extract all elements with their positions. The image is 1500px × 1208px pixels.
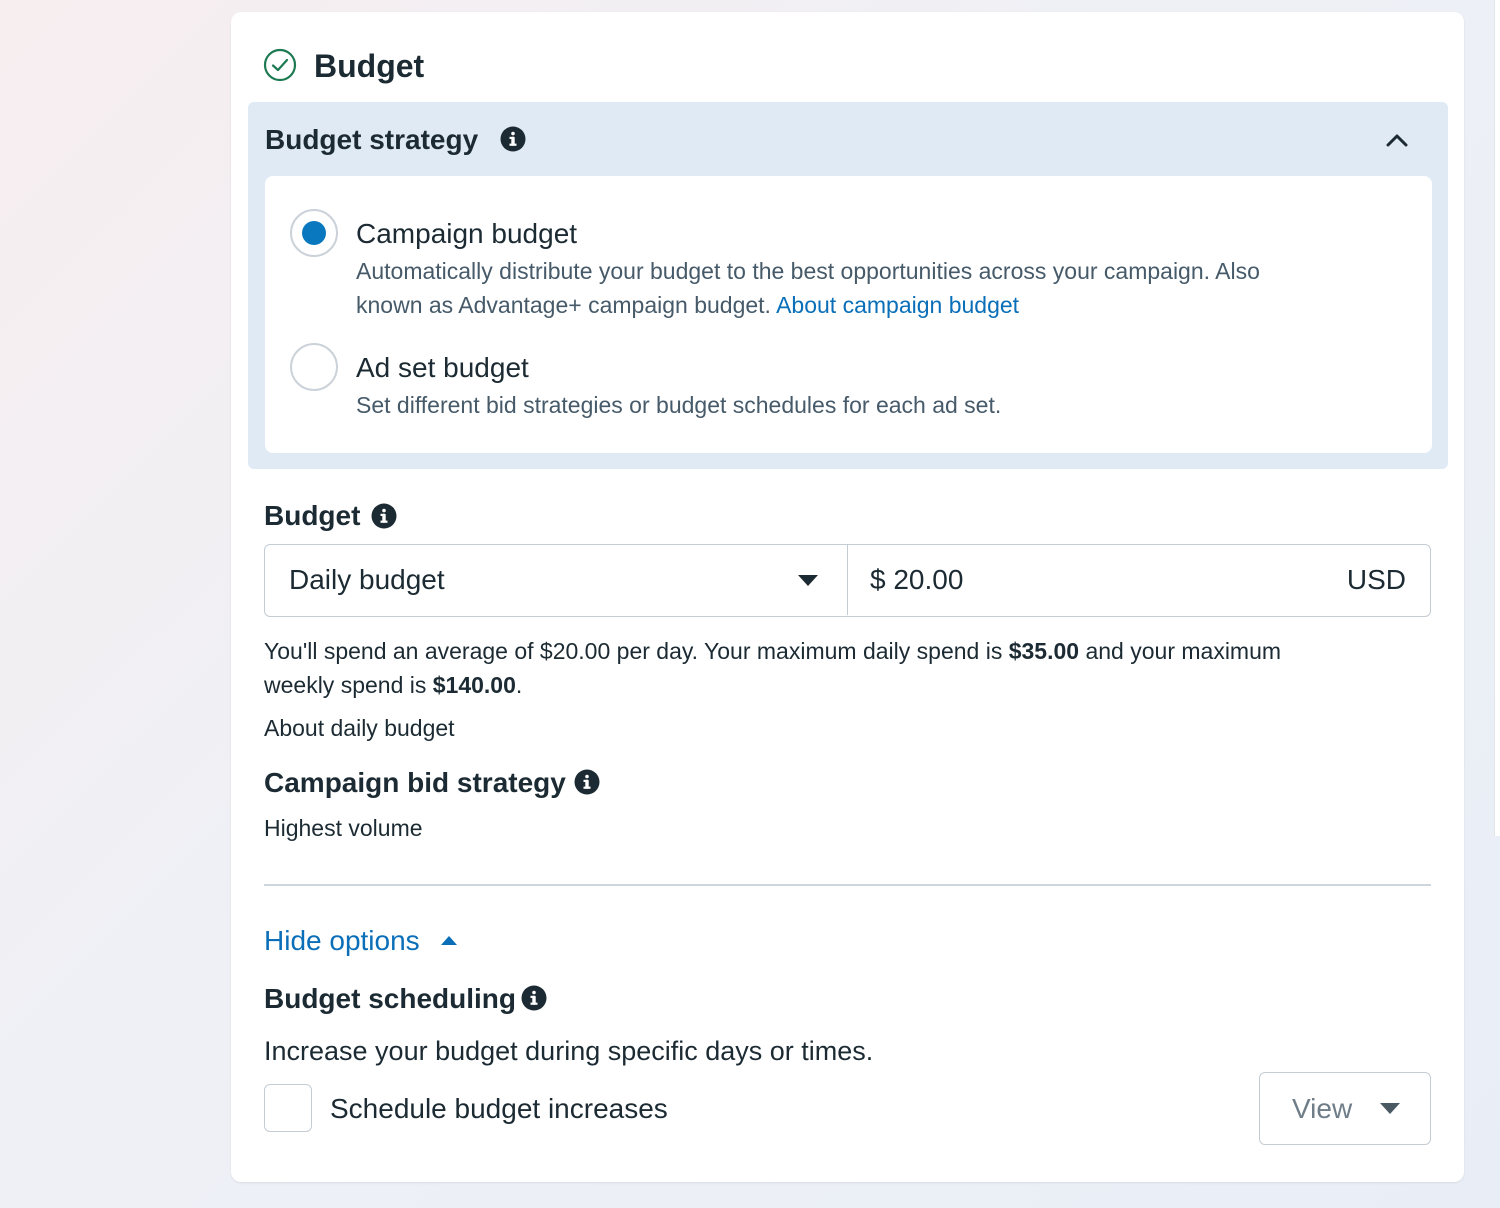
about-daily-budget-link[interactable]: About daily budget — [264, 711, 455, 745]
budget-scheduling-title: Budget scheduling — [264, 983, 516, 1014]
view-dropdown-button[interactable]: View — [1259, 1072, 1431, 1145]
adjacent-panel-edge — [1494, 0, 1500, 836]
check-circle-icon — [263, 48, 297, 82]
schedule-budget-label: Schedule budget increases — [330, 1093, 668, 1124]
info-icon[interactable] — [574, 769, 600, 795]
page-title: Budget — [314, 48, 425, 84]
campaign-budget-label: Campaign budget — [356, 218, 578, 249]
campaign-budget-description: Automatically distribute your budget to … — [356, 258, 1260, 284]
info-icon[interactable] — [521, 985, 547, 1011]
budget-strategy-title: Budget strategy — [265, 124, 479, 155]
caret-down-icon — [798, 575, 818, 586]
radio-selected-dot — [302, 221, 326, 245]
schedule-budget-checkbox[interactable] — [264, 1084, 312, 1132]
budget-type-value: Daily budget — [289, 564, 445, 595]
budget-strategy-options: Campaign budget Automatically distribute… — [265, 176, 1432, 453]
bid-strategy-title: Campaign bid strategy — [264, 767, 566, 798]
budget-amount-input[interactable]: $ 20.00 — [870, 563, 963, 597]
budget-scheduling-description: Increase your budget during specific day… — [264, 1036, 874, 1066]
caret-down-icon — [1380, 1103, 1400, 1114]
budget-strategy-panel: Budget strategy Campaign budget Automati… — [248, 102, 1448, 469]
budget-card: Budget Budget strategy Campaign budget A… — [231, 12, 1464, 1182]
divider — [264, 884, 1431, 886]
radio-ad-set-budget[interactable] — [290, 343, 338, 391]
budget-summary-line-2: weekly spend is $140.00. — [264, 672, 523, 698]
bid-strategy-value: Highest volume — [264, 815, 423, 841]
ad-set-budget-label: Ad set budget — [356, 352, 529, 383]
currency-label: USD — [1346, 564, 1406, 595]
view-button-label: View — [1292, 1093, 1353, 1124]
info-icon[interactable] — [500, 126, 526, 152]
ad-set-budget-description: Set different bid strategies or budget s… — [356, 392, 1002, 418]
about-campaign-budget-link[interactable]: About campaign budget — [776, 292, 1019, 318]
budget-section-title: Budget — [264, 500, 361, 531]
campaign-budget-description-2: known as Advantage+ campaign budget. Abo… — [356, 292, 1020, 318]
budget-summary-line-1: You'll spend an average of $20.00 per da… — [264, 638, 1282, 664]
chevron-up-icon[interactable] — [1384, 130, 1410, 150]
radio-campaign-budget[interactable] — [290, 209, 338, 257]
hide-options-link[interactable]: Hide options — [264, 923, 420, 959]
caret-up-icon — [441, 936, 457, 945]
budget-input-group: Daily budget $ 20.00 USD — [264, 544, 1431, 617]
budget-type-select[interactable]: Daily budget — [265, 545, 848, 615]
info-icon[interactable] — [371, 503, 397, 529]
